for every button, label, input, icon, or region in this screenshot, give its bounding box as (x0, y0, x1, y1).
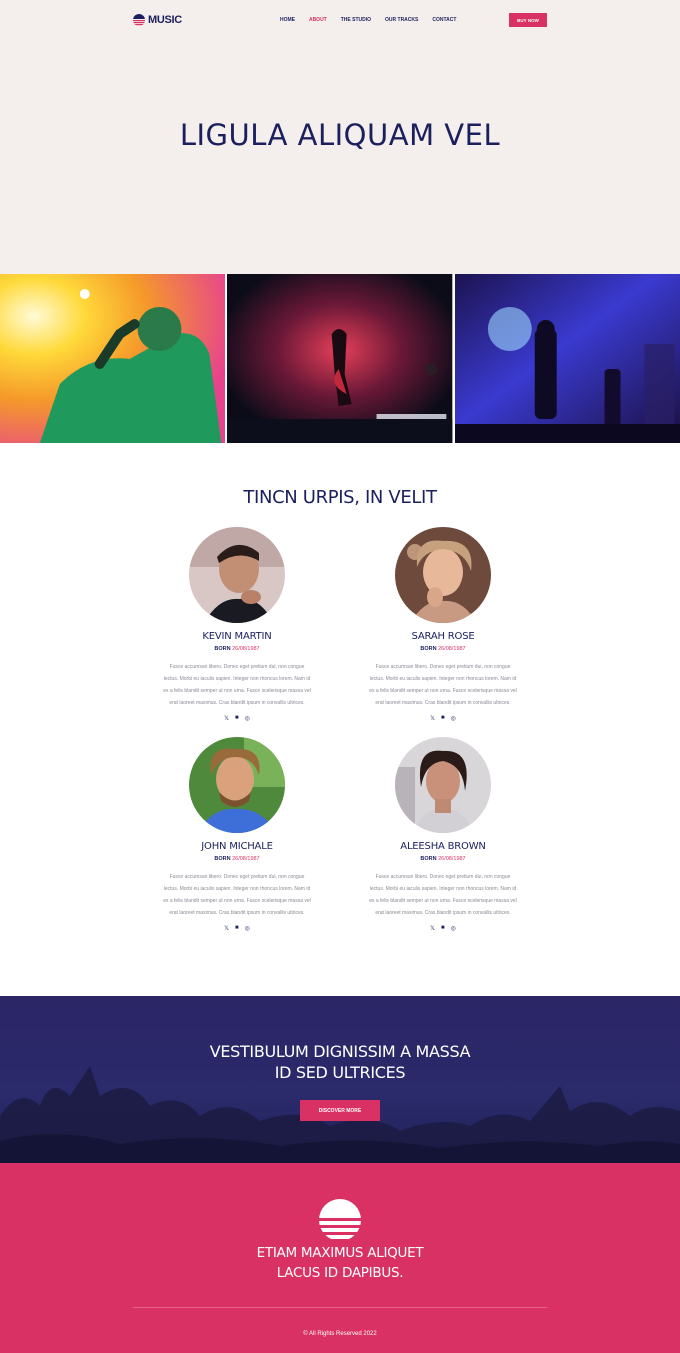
artist-born: BORN 26/08/1987 (134, 856, 340, 862)
artist-bio: Fusce accumsan libero. Donec eget pretiu… (369, 664, 517, 706)
instagram-icon[interactable]: ◎ (451, 925, 456, 932)
cta-title-line1: VESTIBULUM DIGNISSIM A MASSA (209, 1042, 471, 1061)
instagram-icon[interactable]: ◎ (245, 925, 250, 932)
artist-avatar (395, 737, 491, 833)
footer-title-line2: LACUS ID DAPIBUS. (276, 1265, 404, 1281)
artist-avatar (189, 737, 285, 833)
cta-banner: VESTIBULUM DIGNISSIM A MASSA ID SED ULTR… (0, 996, 680, 1163)
artist-born: BORN 26/08/1987 (340, 856, 546, 862)
artist-name: KEVIN MARTIN (202, 631, 272, 642)
section-title: TINCN URPIS, IN VELIT (243, 487, 437, 508)
social-links: 𝕏 ■ ◎ (134, 925, 340, 932)
discover-more-button[interactable]: DISCOVER MORE (300, 1100, 380, 1121)
twitter-icon[interactable]: 𝕏 (430, 925, 435, 932)
facebook-icon[interactable]: ■ (235, 925, 239, 932)
artists-section: TINCN URPIS, IN VELIT KEVIN MARTIN BORN … (0, 443, 680, 996)
artist-card: SARAH ROSE BORN 26/08/1987 Fusce accumsa… (340, 527, 546, 722)
page-title: LIGULA ALIQUAM VEL (179, 118, 501, 152)
born-date: 26/08/1987 (232, 856, 260, 862)
born-date: 26/08/1987 (438, 856, 466, 862)
twitter-icon[interactable]: 𝕏 (430, 715, 435, 722)
copyright-text: © All Rights Reserved 2022 (303, 1331, 377, 1337)
social-links: 𝕏 ■ ◎ (340, 715, 546, 722)
singer-photo (0, 274, 226, 443)
born-label: BORN (214, 856, 231, 862)
top-navigation: MUSIC HOME ABOUT THE STUDIO OUR TRACKS C… (133, 12, 547, 28)
sunset-logo-icon (133, 14, 145, 26)
instagram-icon[interactable]: ◎ (451, 715, 456, 722)
nav-item-our-tracks[interactable]: OUR TRACKS (385, 17, 418, 23)
artist-name: JOHN MICHALE (201, 841, 273, 852)
artist-avatar (189, 527, 285, 623)
logo-text: MUSIC (148, 14, 182, 26)
artist-card: JOHN MICHALE BORN 26/08/1987 Fusce accum… (134, 737, 340, 932)
nav-item-contact[interactable]: CONTACT (432, 17, 456, 23)
band-photo (454, 274, 680, 443)
artist-bio: Fusce accumsan libero. Donec eget pretiu… (163, 874, 311, 916)
artists-grid: KEVIN MARTIN BORN 26/08/1987 Fusce accum… (0, 527, 680, 932)
artist-avatar (395, 527, 491, 623)
cta-title-line2: ID SED ULTRICES (274, 1063, 406, 1082)
buy-now-button[interactable]: BUY NOW (509, 13, 547, 27)
artist-name: ALEESHA BROWN (400, 841, 486, 852)
hero-section: MUSIC HOME ABOUT THE STUDIO OUR TRACKS C… (0, 0, 680, 274)
dancer-photo (227, 274, 453, 443)
cta-title: VESTIBULUM DIGNISSIM A MASSA ID SED ULTR… (0, 996, 680, 1083)
social-links: 𝕏 ■ ◎ (134, 715, 340, 722)
nav-item-about[interactable]: ABOUT (309, 17, 327, 23)
sunset-logo-icon (319, 1199, 361, 1239)
photo-strip (0, 274, 680, 443)
twitter-icon[interactable]: 𝕏 (224, 715, 229, 722)
nav-menu: HOME ABOUT THE STUDIO OUR TRACKS CONTACT (280, 17, 456, 23)
artist-bio: Fusce accumsan libero. Donec eget pretiu… (163, 664, 311, 706)
nav-item-the-studio[interactable]: THE STUDIO (341, 17, 371, 23)
facebook-icon[interactable]: ■ (441, 715, 445, 722)
born-date: 26/08/1987 (232, 646, 260, 652)
facebook-icon[interactable]: ■ (441, 925, 445, 932)
born-label: BORN (420, 646, 437, 652)
instagram-icon[interactable]: ◎ (245, 715, 250, 722)
footer-title-line1: ETIAM MAXIMUS ALIQUET (256, 1245, 424, 1261)
nav-item-home[interactable]: HOME (280, 17, 295, 23)
born-date: 26/08/1987 (438, 646, 466, 652)
artist-name: SARAH ROSE (411, 631, 475, 642)
logo[interactable]: MUSIC (133, 14, 182, 26)
footer: ETIAM MAXIMUS ALIQUET LACUS ID DAPIBUS. … (0, 1163, 680, 1353)
footer-title: ETIAM MAXIMUS ALIQUET LACUS ID DAPIBUS. (0, 1243, 680, 1283)
born-label: BORN (214, 646, 231, 652)
artist-born: BORN 26/08/1987 (340, 646, 546, 652)
facebook-icon[interactable]: ■ (235, 715, 239, 722)
artist-card: ALEESHA BROWN BORN 26/08/1987 Fusce accu… (340, 737, 546, 932)
artist-card: KEVIN MARTIN BORN 26/08/1987 Fusce accum… (134, 527, 340, 722)
born-label: BORN (420, 856, 437, 862)
artist-born: BORN 26/08/1987 (134, 646, 340, 652)
social-links: 𝕏 ■ ◎ (340, 925, 546, 932)
twitter-icon[interactable]: 𝕏 (224, 925, 229, 932)
footer-divider (133, 1307, 547, 1308)
artist-bio: Fusce accumsan libero. Donec eget pretiu… (369, 874, 517, 916)
